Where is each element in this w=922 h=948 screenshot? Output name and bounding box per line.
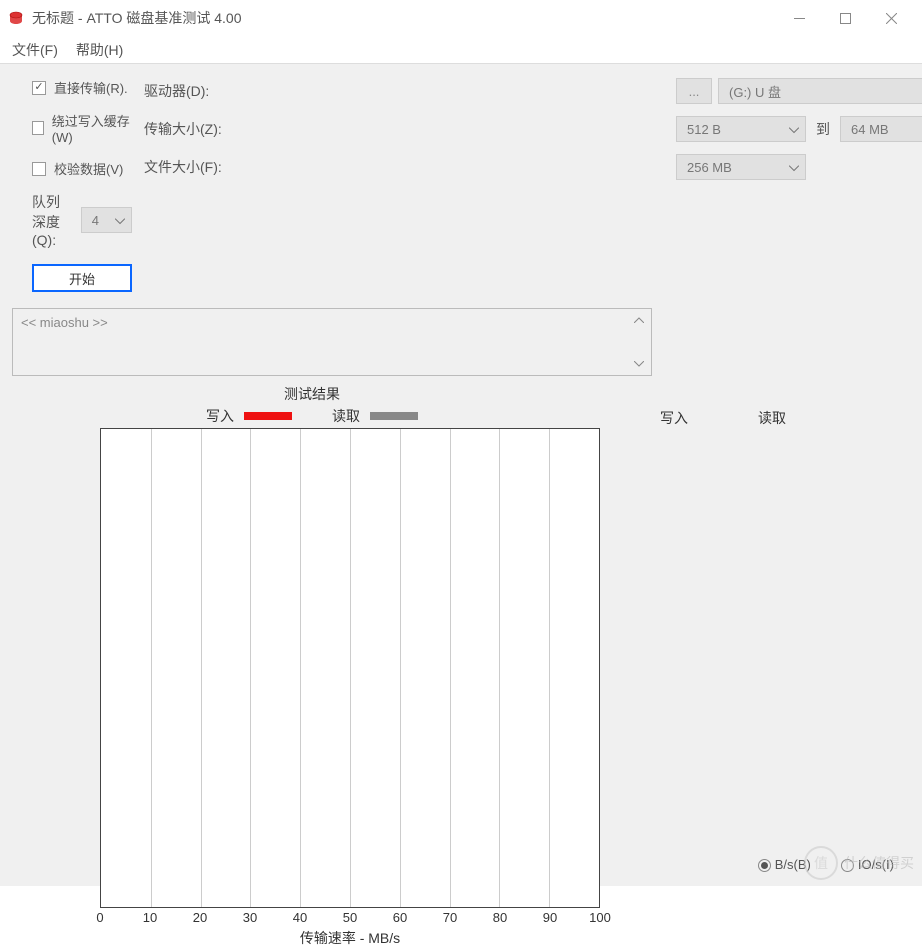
drive-label: 驱动器(D): [144, 81, 664, 101]
x-tick-label: 10 [143, 910, 157, 925]
data-header-read: 读取 [758, 408, 786, 428]
transfer-size-label: 传输大小(Z): [144, 119, 664, 139]
menu-file[interactable]: 文件(F) [8, 38, 68, 62]
legend-write-label: 写入 [206, 406, 234, 426]
x-tick-label: 40 [293, 910, 307, 925]
grid-line [549, 429, 550, 907]
transfer-from-value: 512 B [687, 122, 721, 137]
scroll-up-button[interactable] [630, 311, 648, 329]
chevron-down-icon [789, 160, 799, 175]
chevron-down-icon [115, 213, 125, 228]
legend-read-label: 读取 [332, 406, 360, 426]
chevron-down-icon [789, 122, 799, 137]
legend-write: 写入 [206, 406, 292, 426]
verify-data-checkbox[interactable] [32, 162, 46, 176]
menubar: 文件(F) 帮助(H) [0, 36, 922, 64]
chart-legend: 写入 读取 [12, 406, 612, 426]
chart-plot-area [100, 428, 600, 908]
description-box: << miaoshu >> [12, 308, 652, 376]
chart-x-ticks: 0102030405060708090100 [100, 908, 600, 928]
radio-bs[interactable]: B/s(B) [758, 857, 811, 872]
queue-depth-label: 队列深度(Q): [32, 192, 63, 248]
x-tick-label: 50 [343, 910, 357, 925]
grid-line [350, 429, 351, 907]
maximize-button[interactable] [822, 3, 868, 33]
transfer-from-select[interactable]: 512 B [676, 116, 806, 142]
transfer-to-value: 64 MB [851, 122, 889, 137]
watermark-badge: 值 [804, 846, 838, 880]
grid-line [400, 429, 401, 907]
bypass-cache-checkbox[interactable] [32, 121, 44, 135]
chart-title: 测试结果 [12, 384, 612, 404]
write-swatch [244, 412, 292, 420]
window-controls [776, 3, 914, 33]
client-area: 驱动器(D): ... (G:) U 盘 直接传输(R). 绕过写入缓存(W) … [0, 64, 922, 886]
window-title: 无标题 - ATTO 磁盘基准测试 4.00 [32, 8, 776, 28]
x-tick-label: 70 [443, 910, 457, 925]
grid-line [151, 429, 152, 907]
minimize-button[interactable] [776, 3, 822, 33]
grid-line [250, 429, 251, 907]
file-size-select[interactable]: 256 MB [676, 154, 806, 180]
direct-io-label: 直接传输(R). [54, 78, 128, 97]
drive-browse-button[interactable]: ... [676, 78, 712, 104]
direct-io-checkbox[interactable] [32, 81, 46, 95]
queue-depth-value: 4 [92, 213, 99, 228]
app-icon [8, 10, 24, 26]
x-tick-label: 60 [393, 910, 407, 925]
transfer-to-select[interactable]: 64 MB [840, 116, 922, 142]
grid-line [201, 429, 202, 907]
x-tick-label: 100 [589, 910, 611, 925]
description-text: << miaoshu >> [21, 315, 108, 330]
grid-line [300, 429, 301, 907]
to-label: 到 [816, 119, 830, 139]
watermark: 值 什么值得买 [804, 846, 914, 880]
watermark-text: 什么值得买 [844, 853, 914, 873]
bypass-cache-label: 绕过写入缓存(W) [52, 111, 132, 145]
close-button[interactable] [868, 3, 914, 33]
grid-line [499, 429, 500, 907]
scroll-down-button[interactable] [630, 355, 648, 373]
read-swatch [370, 412, 418, 420]
x-tick-label: 30 [243, 910, 257, 925]
x-tick-label: 90 [543, 910, 557, 925]
titlebar: 无标题 - ATTO 磁盘基准测试 4.00 [0, 0, 922, 36]
grid-line [450, 429, 451, 907]
data-header-write: 写入 [660, 408, 688, 428]
legend-read: 读取 [332, 406, 418, 426]
menu-help[interactable]: 帮助(H) [72, 38, 133, 62]
radio-icon [758, 859, 771, 872]
x-tick-label: 0 [96, 910, 103, 925]
file-size-value: 256 MB [687, 160, 732, 175]
drive-select[interactable]: (G:) U 盘 [718, 78, 922, 104]
drive-select-value: (G:) U 盘 [729, 82, 781, 101]
chart-column: 测试结果 写入 读取 0 10 20 30 40 50 60 70 80 90 100 传输速率 -… [12, 384, 612, 948]
verify-data-label: 校验数据(V) [54, 159, 123, 178]
x-tick-label: 20 [193, 910, 207, 925]
chart-x-axis-label: 传输速率 - MB/s [100, 928, 600, 948]
start-button[interactable]: 开始 [32, 264, 132, 292]
queue-depth-select[interactable]: 4 [81, 207, 132, 233]
file-size-label: 文件大小(F): [144, 157, 664, 177]
x-tick-label: 80 [493, 910, 507, 925]
